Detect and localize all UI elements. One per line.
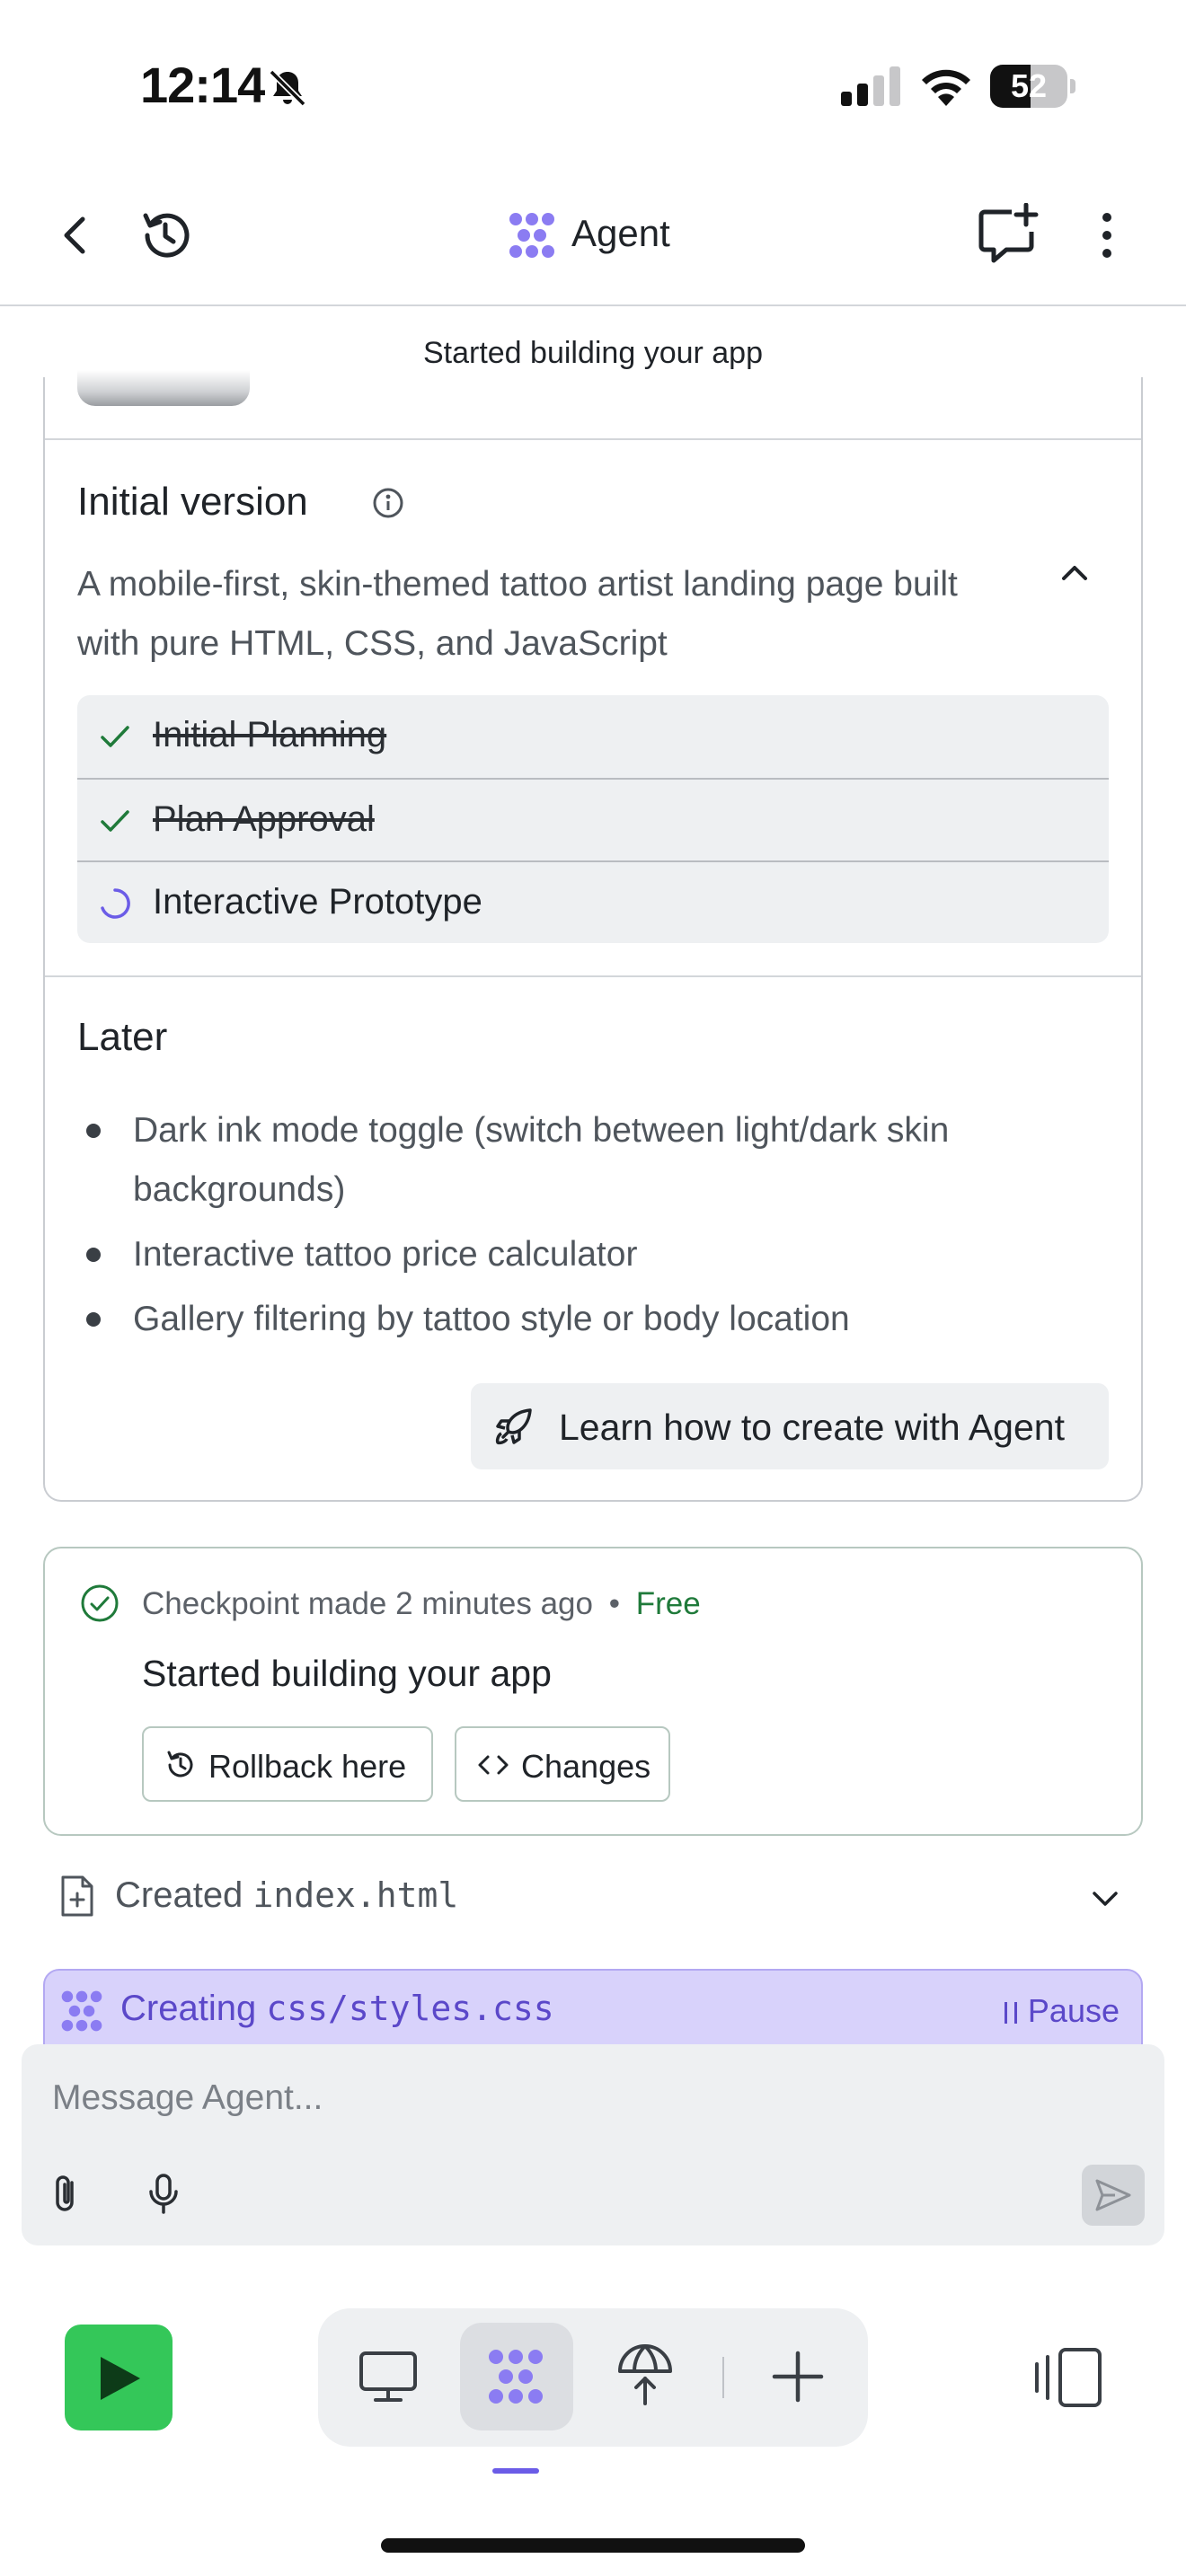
later-list: Dark ink mode toggle (switch between lig… — [77, 1101, 1111, 1354]
task-row: Plan Approval — [77, 778, 1109, 860]
play-icon — [101, 2357, 140, 2400]
checkpoint-title: Started building your app — [142, 1653, 552, 1694]
plan-description: A mobile-first, skin-themed tattoo artis… — [77, 565, 958, 663]
learn-agent-label: Learn how to create with Agent — [559, 1407, 1065, 1448]
history-icon[interactable] — [137, 207, 194, 264]
message-input[interactable]: Message Agent... — [52, 2078, 323, 2118]
more-vertical-icon[interactable] — [1078, 207, 1136, 264]
rollback-icon — [167, 1751, 193, 1778]
panels-icon[interactable] — [1033, 2344, 1105, 2411]
creating-status-bar: Creating css/styles.css Pause — [43, 1969, 1143, 2050]
preview-desktop-icon[interactable] — [356, 2344, 420, 2409]
add-tab-icon[interactable] — [766, 2344, 830, 2409]
nav-divider — [722, 2357, 724, 2398]
attach-icon[interactable] — [47, 2172, 86, 2215]
home-indicator — [381, 2538, 805, 2553]
battery-indicator: 52 — [990, 65, 1076, 108]
info-icon[interactable] — [370, 485, 406, 521]
check-icon — [101, 726, 129, 747]
check-icon — [101, 810, 129, 832]
chevron-down-icon[interactable] — [1087, 1881, 1123, 1917]
chevron-up-icon[interactable] — [1053, 555, 1096, 591]
pause-button[interactable]: Pause — [1004, 1992, 1120, 2030]
rocket-icon — [495, 1408, 532, 1445]
checkpoint-separator: • — [608, 1586, 620, 1621]
cellular-signal-icon — [841, 66, 900, 106]
agent-tab-icon[interactable] — [483, 2344, 548, 2409]
task-label: Plan Approval — [153, 799, 375, 839]
list-item: Gallery filtering by tattoo style or bod… — [77, 1290, 1111, 1349]
rollback-button[interactable]: Rollback here — [142, 1726, 433, 1802]
message-input-box — [22, 2044, 1164, 2245]
status-time: 12:14 — [140, 57, 265, 113]
run-button[interactable] — [65, 2325, 173, 2430]
task-row: Initial Planning — [77, 695, 1109, 778]
agent-logo-icon — [61, 1990, 102, 2032]
bell-muted-icon — [269, 69, 306, 107]
header-divider — [0, 304, 1186, 306]
creating-prefix: Creating — [120, 1989, 257, 2028]
agent-logo-icon — [509, 213, 554, 258]
deploy-icon[interactable] — [613, 2342, 677, 2407]
new-chat-icon[interactable] — [976, 203, 1040, 268]
back-icon[interactable] — [47, 207, 104, 264]
creating-text: Creating css/styles.css — [120, 1989, 554, 2029]
card-divider — [45, 975, 1141, 977]
changes-label: Changes — [521, 1748, 651, 1785]
created-prefix: Created — [115, 1875, 243, 1915]
plan-title: Initial version — [77, 480, 308, 524]
task-label: Initial Planning — [153, 715, 387, 754]
list-item: Interactive tattoo price calculator — [77, 1225, 1111, 1284]
rollback-label: Rollback here — [208, 1748, 407, 1785]
task-label: Interactive Prototype — [153, 882, 482, 922]
file-added-icon — [61, 1875, 93, 1917]
created-filename: index.html — [252, 1875, 459, 1915]
checkpoint-label: Checkpoint made — [142, 1586, 387, 1621]
changes-button[interactable]: Changes — [455, 1726, 670, 1802]
send-icon — [1095, 2179, 1131, 2211]
task-list: Initial Planning Plan Approval Interacti… — [77, 695, 1109, 943]
created-file-row[interactable]: Created index.html — [115, 1875, 458, 1916]
page-title: Agent — [571, 212, 670, 254]
loading-spinner-icon — [101, 888, 130, 919]
pause-icon — [1004, 2002, 1017, 2025]
progress-banner: Started building your app — [422, 336, 764, 370]
task-row: Interactive Prototype — [77, 860, 1109, 943]
checkpoint-time: 2 minutes ago — [395, 1586, 593, 1621]
list-item: Dark ink mode toggle (switch between lig… — [77, 1101, 1111, 1220]
card-divider — [45, 438, 1141, 440]
checkpoint-check-icon — [81, 1584, 119, 1622]
wifi-icon — [922, 69, 970, 106]
creating-filename: css/styles.css — [266, 1989, 554, 2028]
battery-label: 52 — [1010, 67, 1048, 104]
microphone-icon[interactable] — [144, 2172, 183, 2215]
code-icon — [478, 1755, 509, 1775]
nav-active-indicator — [492, 2468, 539, 2474]
later-title: Later — [77, 1015, 168, 1059]
send-button[interactable] — [1082, 2165, 1145, 2226]
pause-label: Pause — [1027, 1992, 1120, 2029]
checkpoint-meta: Checkpoint made 2 minutes ago • Free — [142, 1586, 701, 1622]
checkpoint-price: Free — [635, 1586, 701, 1621]
learn-agent-button[interactable]: Learn how to create with Agent — [471, 1383, 1109, 1469]
